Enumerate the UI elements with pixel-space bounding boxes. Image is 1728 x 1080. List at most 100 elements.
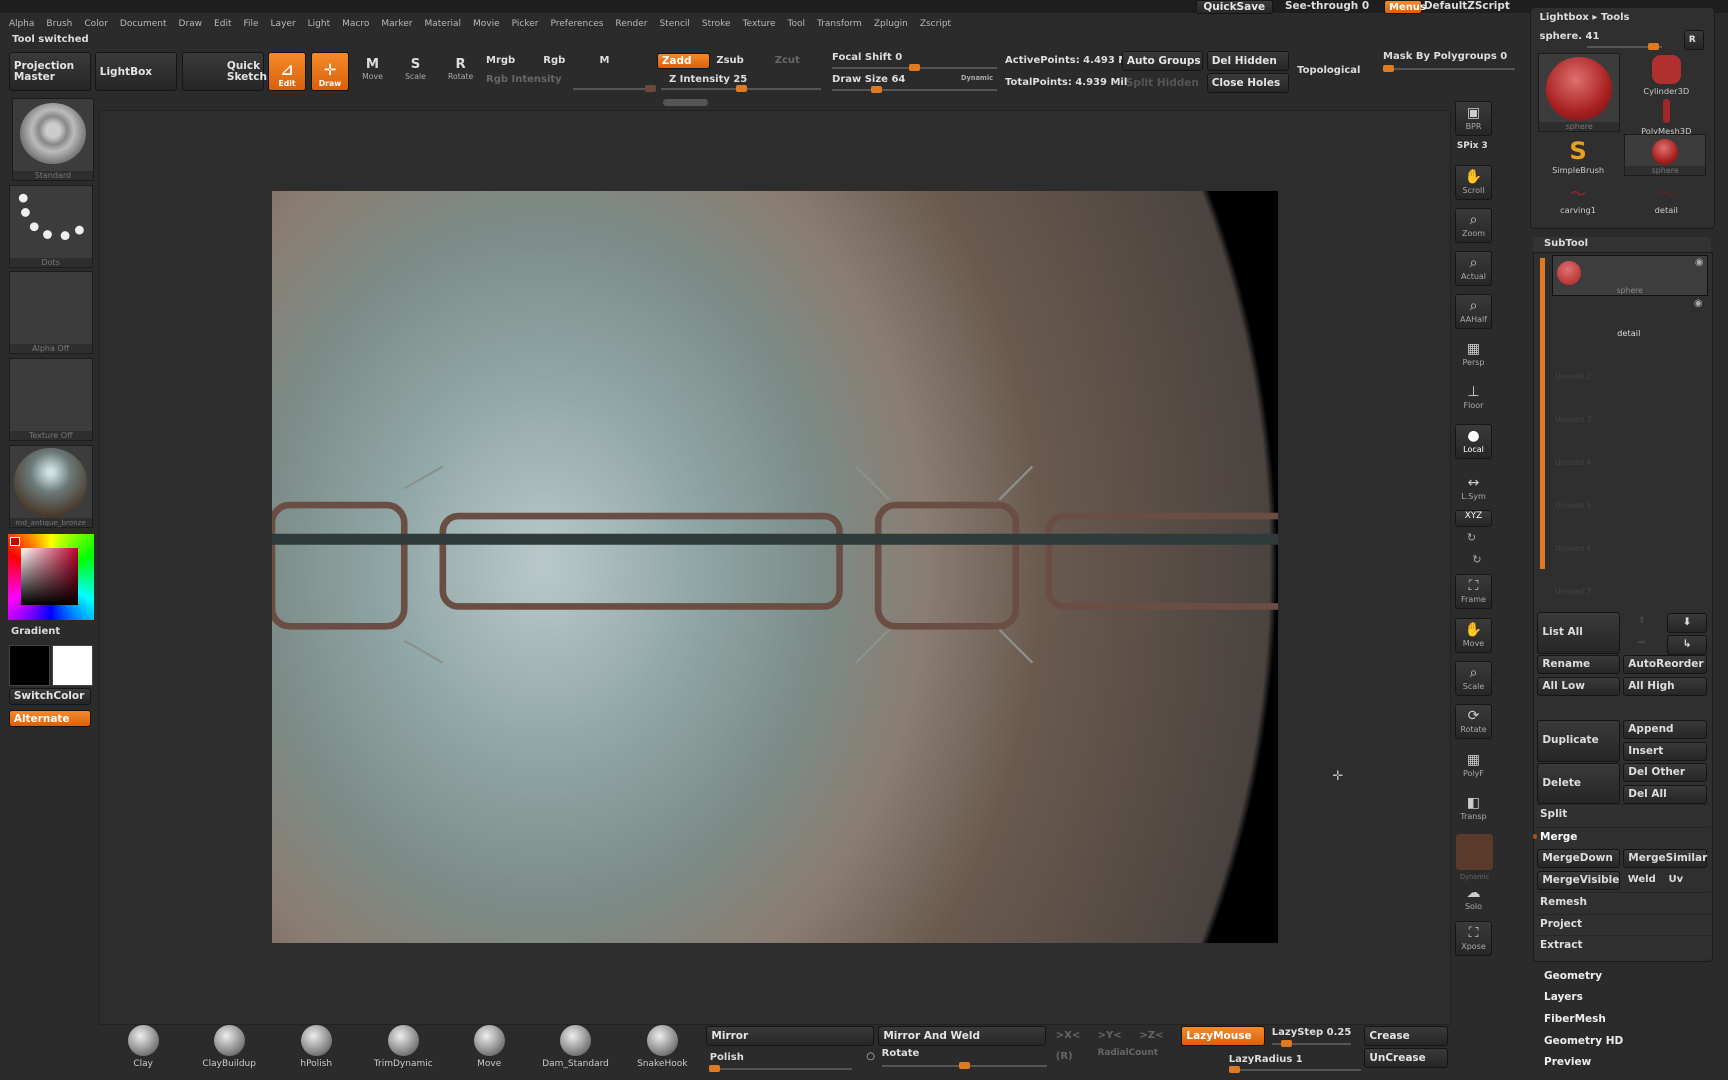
menu-stencil[interactable]: Stencil (659, 19, 689, 29)
toolbar-scrollbar[interactable] (663, 99, 708, 106)
menu-edit[interactable]: Edit (214, 19, 231, 29)
zoom-button[interactable]: ⌕ Zoom (1455, 208, 1492, 244)
move-up-right-icon[interactable]: ➡ (1638, 637, 1646, 648)
uncrease-button[interactable]: UnCrease (1364, 1048, 1449, 1068)
menu-material[interactable]: Material (424, 19, 461, 29)
auto-groups-button[interactable]: Auto Groups (1121, 50, 1204, 71)
all-low-button[interactable]: All Low (1537, 676, 1620, 697)
switch-color-button[interactable]: SwitchColor (8, 687, 92, 706)
tool-cylinder3d[interactable]: Cylinder3D (1629, 55, 1704, 96)
alpha-thumbnail[interactable]: Alpha Off (8, 271, 93, 354)
tool-simplebrush[interactable]: S SimpleBrush (1541, 136, 1616, 175)
close-holes-button[interactable]: Close Holes (1206, 72, 1290, 93)
rgb-intensity-track[interactable] (573, 85, 656, 93)
lazystep-slider[interactable]: LazyStep 0.25 (1272, 1027, 1352, 1038)
main-color-swatch[interactable] (8, 644, 51, 687)
scroll-button[interactable]: ✋ Scroll (1455, 165, 1492, 201)
rotate-view-button[interactable]: ⟳ Rotate (1455, 704, 1492, 740)
rotate-y-icon[interactable]: ↻ (1467, 531, 1476, 544)
secondary-color-swatch[interactable] (51, 644, 94, 687)
layers-section[interactable]: Layers (1544, 991, 1583, 1003)
actual-button[interactable]: ⌕ Actual (1455, 251, 1492, 287)
spix-slider[interactable]: SPix 3 (1457, 141, 1488, 151)
topological-toggle[interactable]: Topological (1297, 65, 1360, 76)
lightbox-tools-title[interactable]: Lightbox ▸ Tools (1540, 12, 1630, 23)
tool-carving1[interactable]: 〜 carving1 (1541, 185, 1616, 215)
focal-shift-slider[interactable]: Focal Shift 0 (832, 52, 902, 63)
append-button[interactable]: Append (1623, 719, 1708, 740)
quick-sketch-button[interactable]: Quick Sketch (181, 51, 267, 92)
brush-hpolish[interactable]: hPolish (283, 1025, 349, 1069)
polyf-button[interactable]: ▦ PolyF (1455, 749, 1492, 784)
menu-zplugin[interactable]: Zplugin (874, 19, 908, 29)
del-hidden-button[interactable]: Del Hidden (1206, 50, 1290, 71)
remesh-section[interactable]: Remesh (1535, 891, 1710, 913)
brush-snakehook[interactable]: SnakeHook (629, 1025, 695, 1069)
mirror-button[interactable]: Mirror (706, 1026, 874, 1046)
polish-track[interactable] (708, 1064, 852, 1072)
geometry-hd-section[interactable]: Geometry HD (1544, 1035, 1623, 1047)
menu-color[interactable]: Color (84, 19, 108, 29)
ghost-button[interactable] (1455, 834, 1494, 870)
merge-section[interactable]: Merge (1535, 826, 1710, 848)
persp-button[interactable]: ▦ Persp (1455, 338, 1492, 373)
dynamic-toggle[interactable]: Dynamic (961, 74, 993, 82)
aahalf-button[interactable]: ⌕ AAHalf (1455, 294, 1492, 330)
mask-by-polygroups-track[interactable] (1383, 65, 1516, 73)
alternate-button[interactable]: Alternate (8, 709, 92, 728)
menu-macro[interactable]: Macro (342, 19, 369, 29)
menu-texture[interactable]: Texture (743, 19, 776, 29)
mrgb-button[interactable]: Mrgb (486, 55, 515, 66)
extract-section[interactable]: Extract (1535, 934, 1710, 956)
floor-button[interactable]: ⊥ Floor (1455, 381, 1492, 416)
menu-light[interactable]: Light (308, 19, 330, 29)
menu-movie[interactable]: Movie (473, 19, 500, 29)
frame-button[interactable]: ⛶ Frame (1455, 574, 1492, 610)
m-button[interactable]: M (600, 55, 610, 66)
quicksave-button[interactable]: QuickSave (1195, 0, 1273, 15)
tool-slider[interactable] (1586, 43, 1662, 51)
z-sym-toggle[interactable]: >Z< (1140, 1030, 1164, 1041)
rotate-slider[interactable]: Rotate (882, 1048, 920, 1059)
rotate-z-icon[interactable]: ↻ (1472, 553, 1481, 566)
brush-thumbnail[interactable]: Standard (12, 98, 94, 181)
move-down-button[interactable]: ⬇ (1667, 612, 1708, 633)
z-intensity-slider[interactable]: Z Intensity 25 (669, 74, 747, 85)
fibermesh-section[interactable]: FiberMesh (1544, 1013, 1606, 1025)
bpr-button[interactable]: ▣ BPR (1455, 101, 1492, 137)
tool-detail[interactable]: 〜 detail (1629, 185, 1704, 215)
move-view-button[interactable]: ✋ Move (1455, 618, 1492, 654)
see-through-slider[interactable]: See-through 0 (1285, 0, 1369, 12)
move-down-right-button[interactable]: ↳ (1667, 634, 1708, 655)
menu-marker[interactable]: Marker (381, 19, 412, 29)
brush-dam-standard[interactable]: Dam_Standard (542, 1025, 609, 1069)
lazystep-track[interactable] (1271, 1039, 1352, 1047)
lazyradius-slider[interactable]: LazyRadius 1 (1229, 1054, 1303, 1065)
split-hidden-button[interactable]: Split Hidden (1122, 73, 1204, 93)
zadd-button[interactable]: Zadd (656, 52, 710, 70)
menu-transform[interactable]: Transform (817, 19, 862, 29)
menu-layer[interactable]: Layer (271, 19, 296, 29)
menu-tool[interactable]: Tool (788, 19, 805, 29)
list-all-button[interactable]: List All (1537, 611, 1620, 654)
subtool-header[interactable]: SubTool (1532, 236, 1712, 253)
y-sym-toggle[interactable]: >Y< (1098, 1030, 1122, 1041)
tool-polymesh3d[interactable]: PolyMesh3D (1629, 99, 1704, 136)
material-thumbnail[interactable]: md_antique_bronze (8, 445, 93, 528)
lightbox-button[interactable]: LightBox (94, 51, 178, 92)
scale-view-button[interactable]: ⌕ Scale (1455, 661, 1492, 697)
rename-button[interactable]: Rename (1537, 654, 1620, 675)
draw-size-track[interactable] (832, 86, 998, 94)
preview-section[interactable]: Preview (1544, 1056, 1591, 1068)
local-button[interactable]: ● Local (1455, 424, 1492, 460)
weld-toggle[interactable]: Weld (1628, 874, 1656, 885)
menu-preferences[interactable]: Preferences (550, 19, 603, 29)
rotate-button[interactable]: R Rotate (443, 57, 478, 81)
edit-button[interactable]: ⊿ Edit (267, 51, 307, 92)
x-sym-toggle[interactable]: >X< (1056, 1030, 1080, 1041)
eye-icon[interactable]: ◉ (1695, 257, 1704, 268)
mirror-and-weld-button[interactable]: Mirror And Weld (878, 1026, 1046, 1046)
rgb-button[interactable]: Rgb (543, 55, 565, 66)
tool-sphere[interactable]: sphere (1538, 52, 1620, 133)
menu-alpha[interactable]: Alpha (9, 19, 35, 29)
